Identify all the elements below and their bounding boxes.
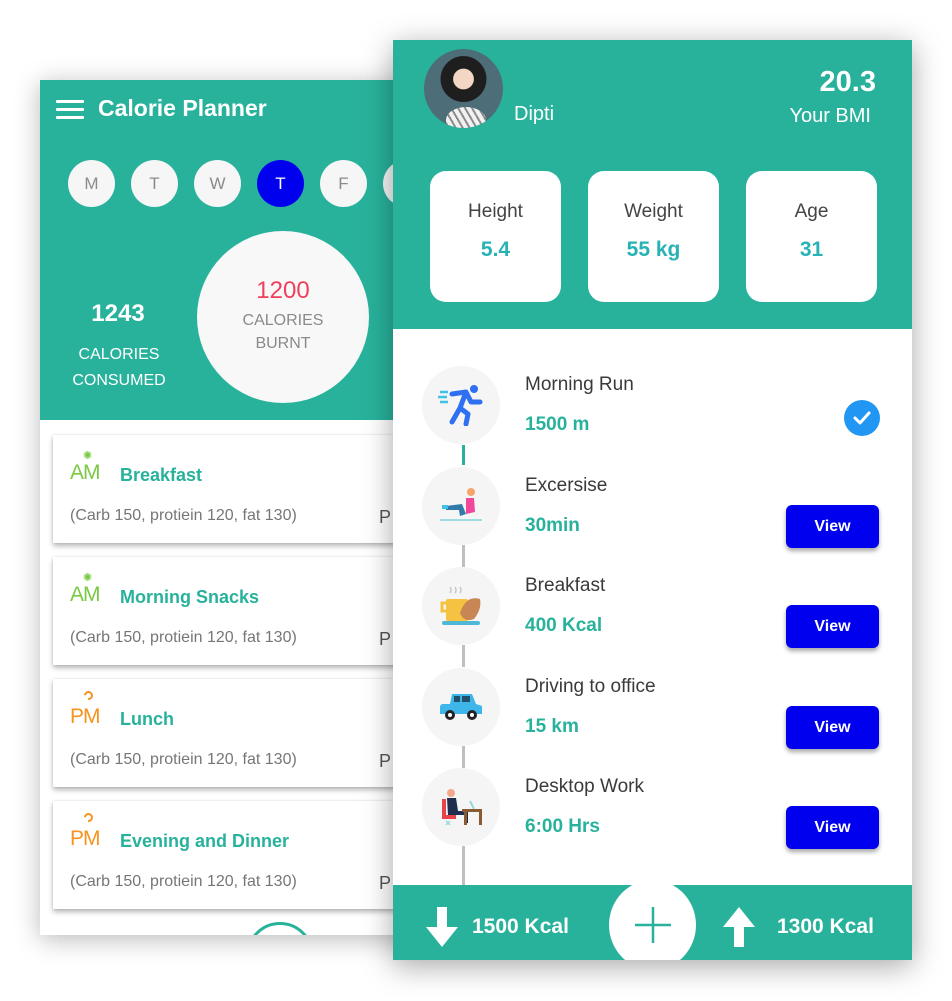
am-tag-icon: AM — [70, 583, 100, 606]
intake-summary: 1500 Kcal — [426, 907, 569, 947]
activity-value: 30min — [525, 515, 580, 536]
pm-tag-icon: PM — [70, 705, 100, 728]
activity-title: Morning Run — [525, 374, 634, 395]
sun-icon: ✺ — [83, 450, 93, 462]
activity-item[interactable]: Breakfast 400 Kcal View — [393, 567, 912, 657]
calories-burnt-value: 1200 — [256, 277, 310, 304]
hamburger-menu-icon[interactable] — [56, 100, 84, 120]
burn-summary: 1300 Kcal — [723, 907, 874, 947]
calories-consumed-value: 1243 — [91, 300, 145, 327]
user-name: Dipti — [514, 103, 555, 125]
check-done-icon — [844, 400, 880, 436]
meal-name: Lunch — [120, 709, 174, 729]
day-wednesday[interactable]: W — [194, 160, 241, 207]
meal-card-evening-dinner[interactable]: PM Evening and Dinner (Carb 150, protiei… — [53, 801, 413, 909]
meal-macros: (Carb 150, protiein 120, fat 130) — [70, 629, 297, 646]
view-button[interactable]: View — [786, 806, 879, 849]
meal-macros: (Carb 150, protiein 120, fat 130) — [70, 873, 297, 890]
calories-consumed-label: CALORIES CONSUMED — [72, 346, 166, 389]
add-meal-button[interactable] — [246, 922, 314, 935]
stat-value: 5.4 — [480, 238, 511, 261]
meal-trailing-text: P — [379, 507, 392, 527]
meal-card-breakfast[interactable]: AM ✺ Breakfast (Carb 150, protiein 120, … — [53, 435, 413, 543]
pm-tag-icon: PM — [70, 827, 100, 850]
meal-name: Morning Snacks — [120, 587, 260, 607]
meal-trailing-text: P — [379, 751, 392, 771]
profile-activity-screen: Dipti 20.3 Your BMI Height 5.4 Weight 55… — [393, 40, 912, 960]
meal-trailing-text: P — [379, 629, 392, 649]
profile-header: Dipti 20.3 Your BMI Height 5.4 Weight 55… — [393, 40, 912, 329]
calorie-planner-screen: Calorie Planner M T W T F 1243 CALORIES … — [40, 80, 420, 935]
view-button[interactable]: View — [786, 505, 879, 548]
running-icon — [422, 366, 500, 444]
meal-macros: (Carb 150, protiein 120, fat 130) — [70, 507, 297, 524]
activity-item[interactable]: Desktop Work 6:00 Hrs View — [393, 768, 912, 858]
activity-value: 6:00 Hrs — [525, 816, 600, 837]
activity-title: Desktop Work — [525, 776, 644, 797]
meal-macros: (Carb 150, protiein 120, fat 130) — [70, 751, 297, 768]
view-button[interactable]: View — [786, 605, 879, 648]
activity-title: Excersise — [525, 475, 608, 496]
meal-list: AM ✺ Breakfast (Carb 150, protiein 120, … — [53, 435, 413, 923]
stat-label: Weight — [624, 201, 683, 222]
activity-item[interactable]: Excersise 30min View — [393, 467, 912, 557]
day-tuesday[interactable]: T — [131, 160, 178, 207]
meal-card-morning-snacks[interactable]: AM ✺ Morning Snacks (Carb 150, protiein … — [53, 557, 413, 665]
calories-burnt-circle: 1200 CALORIES BURNT — [197, 231, 369, 403]
activity-value: 1500 m — [525, 414, 590, 435]
avatar[interactable] — [424, 49, 503, 128]
intake-kcal: 1500 Kcal — [472, 915, 569, 938]
breakfast-icon — [422, 567, 500, 645]
exercise-icon — [422, 467, 500, 545]
moon-icon — [82, 689, 95, 702]
day-thursday-selected[interactable]: T — [257, 160, 304, 207]
activity-title: Driving to office — [525, 676, 656, 697]
height-card: Height 5.4 — [430, 171, 561, 302]
activity-item[interactable]: Morning Run 1500 m — [393, 366, 912, 456]
arrow-down-icon — [426, 907, 458, 947]
bmi-value: 20.3 — [819, 66, 876, 98]
activity-title: Breakfast — [525, 575, 606, 596]
meal-trailing-text: P — [379, 873, 392, 893]
planner-header: Calorie Planner M T W T F 1243 CALORIES … — [40, 80, 420, 420]
view-button[interactable]: View — [786, 706, 879, 749]
meal-name: Breakfast — [120, 465, 203, 485]
arrow-up-icon — [723, 907, 755, 947]
stat-value: 31 — [799, 238, 824, 261]
meal-card-lunch[interactable]: PM Lunch (Carb 150, protiein 120, fat 13… — [53, 679, 413, 787]
activity-value: 400 Kcal — [525, 615, 603, 636]
add-activity-button[interactable] — [609, 880, 696, 960]
activity-item[interactable]: Driving to office 15 km View — [393, 668, 912, 758]
stat-label: Age — [794, 201, 829, 222]
day-monday[interactable]: M — [68, 160, 115, 207]
activity-value: 15 km — [525, 716, 579, 737]
day-friday[interactable]: F — [320, 160, 367, 207]
desk-work-icon — [422, 768, 500, 846]
calories-burnt-label: CALORIES BURNT — [242, 312, 324, 352]
burn-kcal: 1300 Kcal — [777, 915, 874, 938]
weight-card: Weight 55 kg — [588, 171, 719, 302]
plus-icon — [634, 907, 671, 943]
app-title: Calorie Planner — [98, 95, 267, 121]
bmi-label: Your BMI — [789, 105, 871, 127]
sun-icon: ✺ — [83, 572, 93, 584]
stat-value: 55 kg — [626, 238, 681, 261]
age-card: Age 31 — [746, 171, 877, 302]
day-selector: M T W T F — [68, 160, 420, 207]
meal-name: Evening and Dinner — [120, 831, 290, 851]
am-tag-icon: AM — [70, 461, 100, 484]
stat-label: Height — [468, 201, 523, 222]
moon-icon — [82, 811, 95, 824]
car-icon — [422, 668, 500, 746]
